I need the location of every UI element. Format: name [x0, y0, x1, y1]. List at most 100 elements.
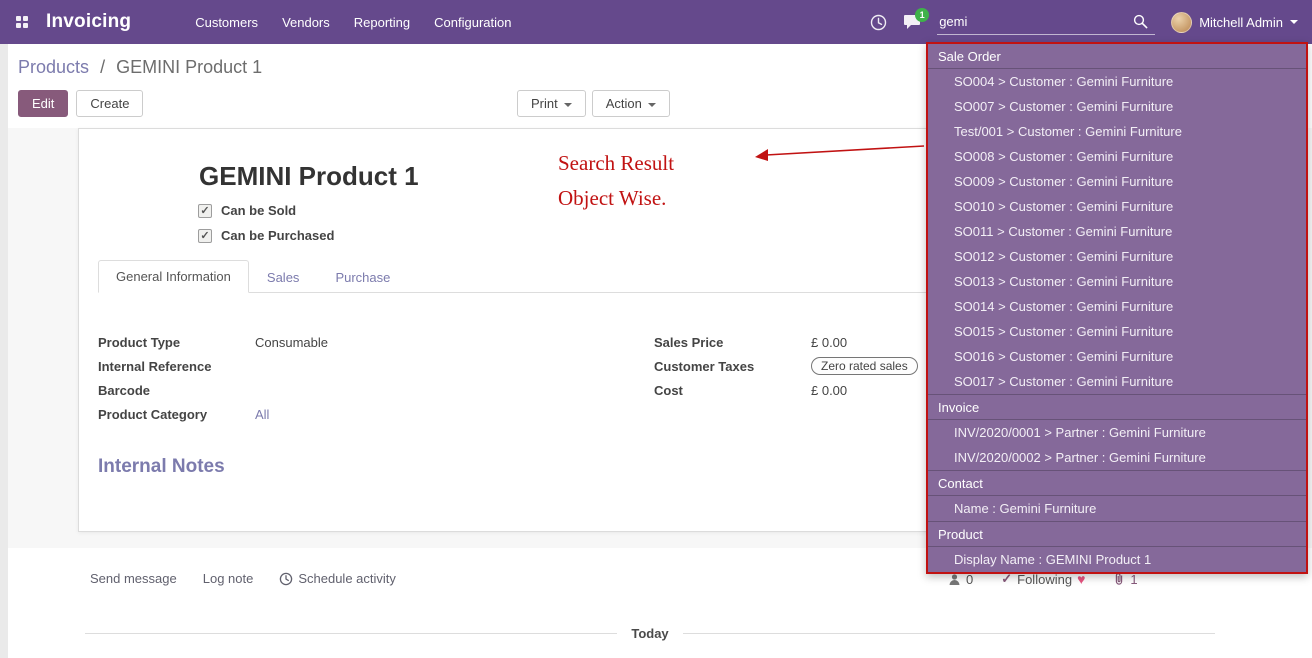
field-row-product-type: Product TypeConsumable — [98, 333, 618, 351]
nav-menu-item-reporting[interactable]: Reporting — [342, 2, 422, 43]
navbar-right: 1 Mitchell Admin — [870, 9, 1312, 35]
dropdown-result-item[interactable]: SO010 > Customer : Gemini Furniture — [928, 194, 1306, 219]
send-message-button[interactable]: Send message — [90, 571, 177, 586]
product-title: GEMINI Product 1 — [199, 161, 419, 192]
user-name: Mitchell Admin — [1199, 15, 1283, 30]
checkbox-label: Can be Purchased — [221, 228, 334, 243]
dropdown-result-item[interactable]: SO009 > Customer : Gemini Furniture — [928, 169, 1306, 194]
field-row-barcode: Barcode — [98, 381, 618, 399]
annotation-line1: Search Result — [558, 146, 674, 181]
dropdown-result-item[interactable]: SO015 > Customer : Gemini Furniture — [928, 319, 1306, 344]
user-avatar — [1171, 12, 1192, 33]
dropdown-result-item[interactable]: Name : Gemini Furniture — [928, 496, 1306, 521]
breadcrumb-current: GEMINI Product 1 — [116, 57, 262, 77]
checkbox-can-be-purchased[interactable]: ✓ — [198, 229, 212, 243]
search-input[interactable] — [937, 9, 1133, 34]
divider-line-right — [683, 633, 1215, 634]
dropdown-result-item[interactable]: SO007 > Customer : Gemini Furniture — [928, 94, 1306, 119]
user-caret-icon — [1290, 20, 1298, 24]
dropdown-result-item[interactable]: SO012 > Customer : Gemini Furniture — [928, 244, 1306, 269]
field-label: Sales Price — [654, 335, 811, 350]
field-label: Barcode — [98, 383, 255, 398]
search-icon[interactable] — [1133, 14, 1148, 29]
fields-left: Product TypeConsumableInternal Reference… — [98, 333, 618, 429]
breadcrumb: Products / GEMINI Product 1 — [18, 57, 262, 78]
nav-menu-item-configuration[interactable]: Configuration — [422, 2, 523, 43]
today-label: Today — [631, 626, 668, 641]
internal-notes-title: Internal Notes — [98, 456, 225, 478]
dropdown-result-item[interactable]: SO011 > Customer : Gemini Furniture — [928, 219, 1306, 244]
checkbox-label: Can be Sold — [221, 203, 296, 218]
nav-menu: CustomersVendorsReportingConfiguration — [183, 2, 523, 43]
field-value: Consumable — [255, 335, 328, 350]
field-row-product-category: Product CategoryAll — [98, 405, 618, 423]
chatter-buttons: Send message Log note Schedule activity — [90, 571, 396, 586]
dropdown-result-item[interactable]: SO013 > Customer : Gemini Furniture — [928, 269, 1306, 294]
print-caret-icon — [564, 103, 572, 107]
tab-general-information[interactable]: General Information — [98, 260, 249, 293]
field-value[interactable]: All — [255, 407, 269, 422]
messages-icon[interactable]: 1 — [903, 14, 921, 30]
schedule-activity-button[interactable]: Schedule activity — [279, 571, 396, 586]
navbar-search — [937, 9, 1155, 35]
followers-icon — [948, 573, 961, 586]
top-navbar: Invoicing CustomersVendorsReportingConfi… — [0, 0, 1312, 44]
tax-badge: Zero rated sales — [811, 357, 918, 375]
field-value: £ 0.00 — [811, 383, 847, 398]
field-value: £ 0.00 — [811, 335, 847, 350]
search-dropdown: Sale OrderSO004 > Customer : Gemini Furn… — [926, 42, 1308, 574]
page: { "colors": { "navbar_bg": "#65498c", "a… — [0, 0, 1312, 658]
nav-menu-item-customers[interactable]: Customers — [183, 2, 270, 43]
tab-sales[interactable]: Sales — [249, 261, 318, 293]
annotation-arrow — [752, 138, 932, 166]
dropdown-group-invoice: Invoice — [928, 394, 1306, 420]
breadcrumb-separator: / — [100, 57, 105, 77]
create-button[interactable]: Create — [76, 90, 143, 117]
field-label: Customer Taxes — [654, 359, 811, 374]
dropdown-result-item[interactable]: SO016 > Customer : Gemini Furniture — [928, 344, 1306, 369]
print-button[interactable]: Print — [517, 90, 586, 117]
user-menu[interactable]: Mitchell Admin — [1171, 12, 1298, 33]
apps-grid-icon — [16, 16, 28, 28]
field-label: Cost — [654, 383, 811, 398]
activities-clock-icon[interactable] — [870, 14, 887, 31]
attachment-icon — [1113, 572, 1125, 586]
field-label: Product Category — [98, 407, 255, 422]
field-row-internal-reference: Internal Reference — [98, 357, 618, 375]
dropdown-group-product: Product — [928, 521, 1306, 547]
dropdown-result-item[interactable]: Test/001 > Customer : Gemini Furniture — [928, 119, 1306, 144]
dropdown-result-item[interactable]: SO017 > Customer : Gemini Furniture — [928, 369, 1306, 394]
dropdown-result-item[interactable]: SO014 > Customer : Gemini Furniture — [928, 294, 1306, 319]
apps-menu-button[interactable] — [0, 0, 44, 44]
dropdown-result-item[interactable]: SO004 > Customer : Gemini Furniture — [928, 69, 1306, 94]
nav-menu-item-vendors[interactable]: Vendors — [270, 2, 342, 43]
app-name[interactable]: Invoicing — [46, 11, 131, 33]
message-count-badge: 1 — [915, 8, 929, 22]
checkbox-row-can-be-sold: ✓ Can be Sold — [198, 203, 334, 218]
left-edge-strip — [0, 44, 8, 658]
schedule-clock-icon — [279, 572, 293, 586]
field-label: Product Type — [98, 335, 255, 350]
dropdown-result-item[interactable]: SO008 > Customer : Gemini Furniture — [928, 144, 1306, 169]
checkbox-can-be-sold[interactable]: ✓ — [198, 204, 212, 218]
action-toolbar: Print Action — [517, 90, 670, 117]
action-button[interactable]: Action — [592, 90, 670, 117]
form-checkboxes: ✓ Can be Sold ✓ Can be Purchased — [198, 203, 334, 253]
dropdown-group-contact: Contact — [928, 470, 1306, 496]
divider-line-left — [85, 633, 617, 634]
dropdown-result-item[interactable]: Display Name : GEMINI Product 1 — [928, 547, 1306, 572]
action-caret-icon — [648, 103, 656, 107]
breadcrumb-products-link[interactable]: Products — [18, 57, 89, 77]
dropdown-result-item[interactable]: INV/2020/0001 > Partner : Gemini Furnitu… — [928, 420, 1306, 445]
annotation-line2: Object Wise. — [558, 181, 674, 216]
log-note-button[interactable]: Log note — [203, 571, 254, 586]
checkbox-row-can-be-purchased: ✓ Can be Purchased — [198, 228, 334, 243]
annotation-text: Search Result Object Wise. — [558, 146, 674, 216]
dropdown-group-sale-order: Sale Order — [928, 44, 1306, 69]
record-toolbar: Edit Create — [18, 90, 143, 117]
tab-purchase[interactable]: Purchase — [317, 261, 408, 293]
today-divider: Today — [85, 626, 1215, 641]
edit-button[interactable]: Edit — [18, 90, 68, 117]
dropdown-result-item[interactable]: INV/2020/0002 > Partner : Gemini Furnitu… — [928, 445, 1306, 470]
field-label: Internal Reference — [98, 359, 255, 374]
